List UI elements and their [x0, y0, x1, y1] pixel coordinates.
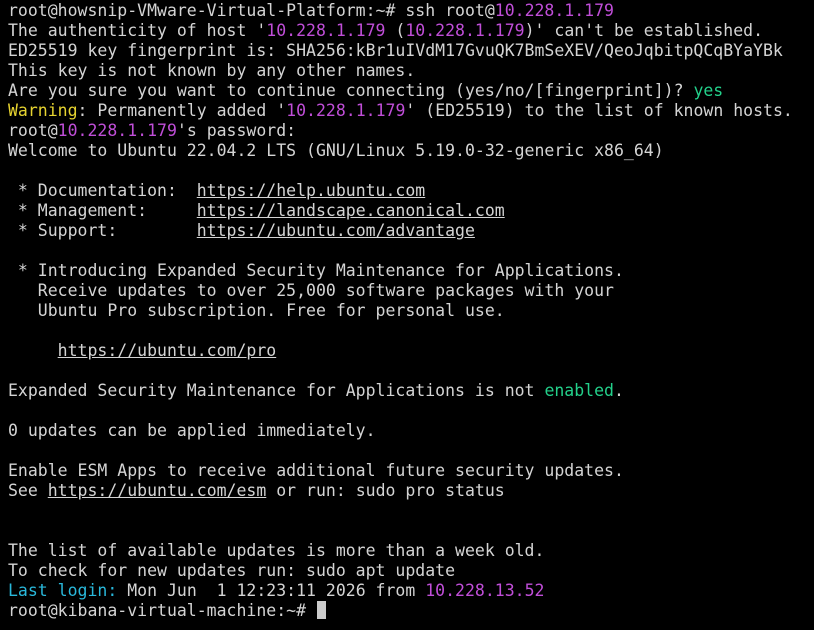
- ip-address: 10.228.1.179: [494, 1, 614, 20]
- terminal-line-last-login: Last login: Mon Jun 1 12:23:11 2026 from…: [8, 581, 544, 601]
- terminal-line-esm-link: See https://ubuntu.com/esm or run: sudo …: [8, 481, 505, 501]
- text-segment: )' can't be established.: [524, 21, 764, 40]
- text-cursor[interactable]: [316, 601, 326, 619]
- last-login-label: Last login:: [8, 581, 118, 600]
- terminal-line-ssh-command: root@howsnip-VMware-Virtual-Platform:~# …: [8, 1, 614, 21]
- terminal-line-warning: Warning: Permanently added '10.228.1.179…: [8, 101, 793, 121]
- terminal-line-password-prompt: root@10.228.1.179's password:: [8, 121, 296, 141]
- terminal-line-esm-subscription: Ubuntu Pro subscription. Free for person…: [8, 301, 505, 320]
- text-segment: 's password:: [176, 121, 297, 140]
- text-segment: : Permanently added ': [77, 101, 287, 120]
- shell-prompt-command: root@howsnip-VMware-Virtual-Platform:~# …: [8, 1, 495, 20]
- text-segment: Expanded Security Maintenance for Applic…: [8, 381, 545, 400]
- terminal-line-apt-update: To check for new updates run: sudo apt u…: [8, 561, 456, 580]
- terminal-line-key-unknown: This key is not known by any other names…: [8, 61, 416, 80]
- terminal-line-pro-link: https://ubuntu.com/pro: [8, 341, 277, 361]
- terminal-line-updates-old: The list of available updates is more th…: [8, 541, 545, 560]
- terminal-line-continue-prompt: Are you sure you want to continue connec…: [8, 81, 723, 101]
- user-answer: yes: [693, 81, 724, 100]
- text-segment: Are you sure you want to continue connec…: [8, 81, 694, 100]
- text-segment: The authenticity of host ': [8, 21, 267, 40]
- shell-prompt: root@kibana-virtual-machine:~#: [8, 601, 316, 620]
- terminal-line-authenticity: The authenticity of host '10.228.1.179 (…: [8, 21, 763, 41]
- text-segment: (: [385, 21, 406, 40]
- terminal-line-esm-status: Expanded Security Maintenance for Applic…: [8, 381, 624, 401]
- terminal-line-documentation: * Documentation: https://help.ubuntu.com: [8, 181, 425, 201]
- terminal-line-updates-count: 0 updates can be applied immediately.: [8, 421, 376, 440]
- ip-address: 10.228.1.179: [57, 121, 177, 140]
- text-segment: * Documentation:: [8, 181, 197, 200]
- text-segment: ' (ED25519) to the list of known hosts.: [405, 101, 793, 120]
- terminal-line-current-prompt[interactable]: root@kibana-virtual-machine:~#: [8, 601, 326, 621]
- ubuntu-pro-link[interactable]: https://ubuntu.com/pro: [58, 341, 277, 360]
- text-segment: Mon Jun 1 12:23:11 2026 from: [117, 581, 426, 600]
- ip-address: 10.228.1.179: [286, 101, 406, 120]
- terminal-line-welcome: Welcome to Ubuntu 22.04.2 LTS (GNU/Linux…: [8, 141, 664, 160]
- text-segment: * Support:: [8, 221, 197, 240]
- text-segment: [8, 341, 58, 360]
- ip-address: 10.228.13.52: [425, 581, 545, 600]
- terminal-line-esm-updates: Receive updates to over 25,000 software …: [8, 281, 614, 300]
- terminal-window[interactable]: root@howsnip-VMware-Virtual-Platform:~# …: [0, 0, 814, 630]
- terminal-line-enable-esm: Enable ESM Apps to receive additional fu…: [8, 461, 624, 480]
- ip-address: 10.228.1.179: [405, 21, 525, 40]
- terminal-line-management: * Management: https://landscape.canonica…: [8, 201, 505, 221]
- management-link[interactable]: https://landscape.canonical.com: [197, 201, 505, 220]
- text-segment: root@: [8, 121, 58, 140]
- text-segment: * Management:: [8, 201, 197, 220]
- text-segment: See: [8, 481, 48, 500]
- terminal-line-fingerprint: ED25519 key fingerprint is: SHA256:kBr1u…: [8, 41, 783, 60]
- terminal-line-support: * Support: https://ubuntu.com/advantage: [8, 221, 475, 241]
- text-segment: or run: sudo pro status: [266, 481, 505, 500]
- terminal-line-esm-intro: * Introducing Expanded Security Maintena…: [8, 261, 624, 280]
- ubuntu-esm-link[interactable]: https://ubuntu.com/esm: [48, 481, 267, 500]
- warning-label: Warning: [8, 101, 78, 120]
- documentation-link[interactable]: https://help.ubuntu.com: [197, 181, 425, 200]
- support-link[interactable]: https://ubuntu.com/advantage: [197, 221, 475, 240]
- text-segment: .: [613, 381, 624, 400]
- ip-address: 10.228.1.179: [266, 21, 386, 40]
- enabled-keyword: enabled: [544, 381, 614, 400]
